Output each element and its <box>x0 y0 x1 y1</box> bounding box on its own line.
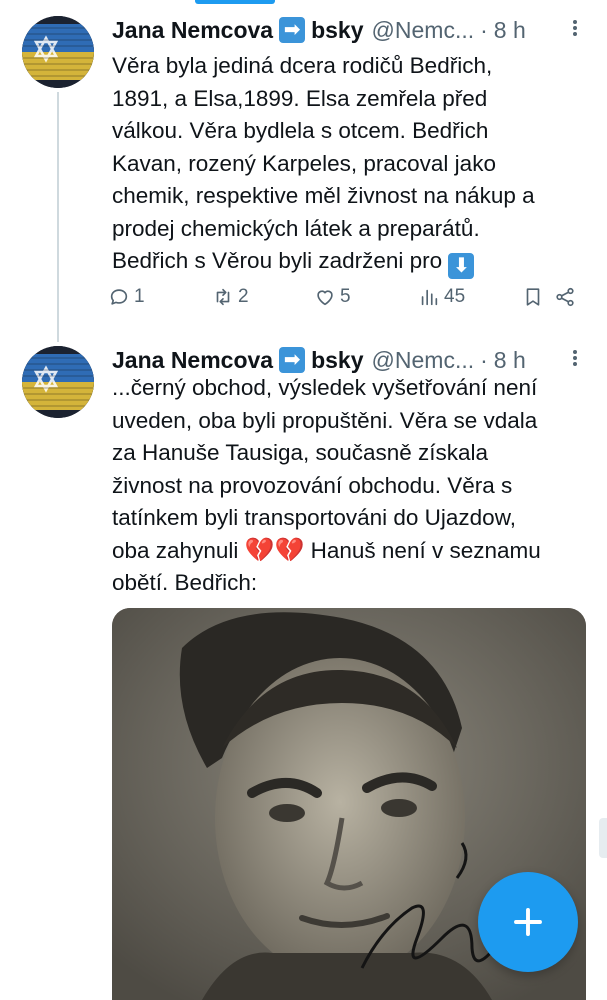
text-line-with-emoji: oba zahynuli 💔💔 Hanuš není v seznamu <box>112 535 585 568</box>
tweet-text: Věra byla jediná dcera rodičů Bedřich, 1… <box>112 50 585 279</box>
tweet-header: Jana Nemcova ➡ bsky @Nemc... · 8 h <box>112 14 587 46</box>
broken-heart-emoji: 💔💔 <box>244 536 305 564</box>
views-count: 45 <box>444 286 466 307</box>
text-line: za Hanuše Tausiga, současně získala <box>112 440 489 465</box>
retweet-count: 2 <box>238 286 249 307</box>
separator-dot: · <box>480 346 488 373</box>
heart-icon <box>317 290 333 306</box>
down-arrow-emoji: ⬇ <box>448 253 475 279</box>
like-button[interactable]: 5 <box>314 286 351 308</box>
reply-count: 1 <box>134 286 145 307</box>
avatar[interactable] <box>22 346 94 418</box>
tweet-text: ...černý obchod, výsledek vyšetřování ne… <box>112 372 585 600</box>
text-line: Kavan, rozený Karpeles, pracoval jako <box>112 150 496 176</box>
retweet-icon <box>216 288 230 306</box>
author-name-suffix[interactable]: bsky <box>311 17 363 44</box>
author-name[interactable]: Jana Nemcova <box>112 17 273 44</box>
retweet-button[interactable]: 2 <box>212 286 249 308</box>
text-line: Věra byla jediná dcera rodičů Bedřich, <box>112 53 493 78</box>
share-button[interactable] <box>554 286 580 308</box>
text-line-last: Bedřich s Věrou byli zadrženi pro ⬇ <box>112 245 585 279</box>
reply-button[interactable]: 1 <box>108 286 145 308</box>
text-line: obětí. Bedřich: <box>112 570 258 595</box>
avatar-image <box>22 346 94 418</box>
timestamp[interactable]: 8 h <box>494 17 526 44</box>
text-line: válkou. Věra bydlela s otcem. Bedřich <box>112 118 489 143</box>
text-line: tatínkem byli transportováni do Ujazdow, <box>112 505 516 530</box>
reply-icon <box>110 289 128 305</box>
share-icon <box>556 287 574 307</box>
arrow-right-emoji: ➡ <box>279 17 306 43</box>
text-line: Bedřich s Věrou byli zadrženi pro <box>112 248 443 273</box>
timestamp[interactable]: 8 h <box>494 347 526 374</box>
avatar-image <box>22 16 94 88</box>
views-button[interactable]: 45 <box>418 286 465 308</box>
tweet-actions: 1 2 5 45 <box>108 282 587 312</box>
text-line: 1891, a Elsa,1899. Elsa zemřela před <box>112 85 488 111</box>
thread-line <box>57 92 59 342</box>
text-line: oba zahynuli <box>112 537 239 563</box>
more-options-icon[interactable] <box>563 18 587 42</box>
arrow-right-emoji: ➡ <box>279 347 306 373</box>
text-line: uveden, oba byli propuštěni. Věra se vda… <box>112 407 538 433</box>
compose-button[interactable] <box>478 872 578 972</box>
separator-dot: · <box>480 16 488 43</box>
text-line: ...černý obchod, výsledek vyšetřování ne… <box>112 375 538 400</box>
author-name-suffix[interactable]: bsky <box>311 347 363 374</box>
plus-icon <box>514 908 542 936</box>
views-icon <box>421 289 438 306</box>
avatar[interactable] <box>22 16 94 88</box>
author-handle[interactable]: @Nemc... <box>372 347 475 374</box>
like-count: 5 <box>340 286 351 307</box>
text-line: chemik, respektive měl živnost na nákup … <box>112 183 535 208</box>
author-name[interactable]: Jana Nemcova <box>112 347 273 374</box>
tweet[interactable]: Jana Nemcova ➡ bsky @Nemc... · 8 h Věra … <box>0 0 607 342</box>
text-line-tail: Hanuš není v seznamu <box>304 537 541 563</box>
text-line: živnost na provozování obchodu. Věra s <box>112 472 513 498</box>
scrollbar[interactable] <box>599 818 607 858</box>
more-options-icon[interactable] <box>563 348 587 372</box>
author-handle[interactable]: @Nemc... <box>372 17 475 44</box>
text-line: prodej chemických látek a preparátů. <box>112 215 480 241</box>
bookmark-icon <box>526 288 540 306</box>
bookmark-button[interactable] <box>522 286 548 308</box>
